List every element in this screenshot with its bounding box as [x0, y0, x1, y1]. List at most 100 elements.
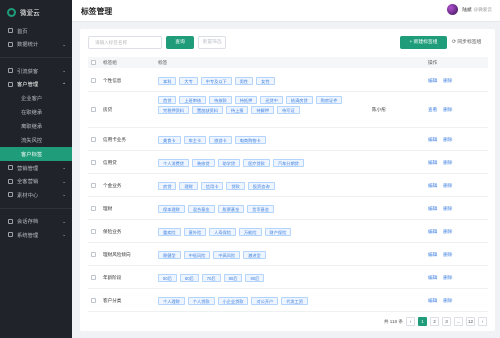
tag-chip[interactable]: 财产保险 — [264, 228, 292, 236]
avatar[interactable] — [447, 4, 459, 15]
query-button[interactable]: 查询 — [166, 36, 194, 49]
row-checkbox[interactable] — [91, 137, 96, 142]
tag-chip[interactable]: 还贷中 — [260, 96, 283, 104]
tag-chip[interactable]: 待放款 — [209, 96, 232, 104]
sidebar-item-stats[interactable]: 数据统计 ⌄ — [0, 38, 72, 52]
row-checkbox[interactable] — [91, 107, 96, 112]
tag-chip[interactable]: 投资咨询 — [247, 182, 275, 190]
edit-link[interactable]: 编辑 — [428, 298, 437, 303]
tag-chip[interactable]: 汽车分期贷 — [272, 159, 304, 167]
edit-link[interactable]: 编辑 — [428, 183, 437, 188]
delete-link[interactable]: 删除 — [443, 275, 452, 280]
tag-chip[interactable]: 意外险 — [183, 228, 207, 236]
sync-tag-group-button[interactable]: ⟳ 同步标签组 — [452, 36, 492, 49]
tag-chip[interactable]: 完税押资料 — [158, 106, 189, 114]
page-ellipsis[interactable]: ... — [454, 317, 463, 326]
sidebar-item-materials[interactable]: 素材中心 ⌄ — [0, 188, 72, 202]
tag-chip[interactable]: 大专 — [179, 77, 198, 85]
tag-chip[interactable]: 待解押 — [251, 106, 275, 114]
tag-chip[interactable]: 贷款 — [226, 182, 245, 190]
delete-link[interactable]: 删除 — [443, 206, 452, 211]
tag-chip[interactable]: 女性 — [256, 77, 275, 85]
page-button[interactable]: 1 — [418, 317, 427, 326]
tag-chip[interactable]: 中低风险 — [183, 251, 211, 259]
tag-chip[interactable]: 装修贷 — [191, 159, 215, 167]
app-logo[interactable]: 微爱云 — [0, 0, 72, 24]
tag-chip[interactable]: 上班审核 — [179, 96, 207, 104]
tag-chip[interactable]: 待上报 — [225, 106, 249, 114]
reset-button[interactable]: 重置筛选 — [198, 36, 226, 49]
tag-chip[interactable]: 车主卡 — [183, 136, 207, 144]
sidebar-sub-customer-tags[interactable]: 客户标签 — [0, 147, 72, 161]
tag-chip[interactable]: 70后 — [201, 274, 221, 282]
tag-chip[interactable]: 中专及以下 — [200, 77, 232, 85]
delete-link[interactable]: 删除 — [443, 160, 452, 165]
delete-link[interactable]: 删除 — [443, 137, 452, 142]
user-menu[interactable]: 陆斌 @微爱云 — [447, 4, 492, 15]
edit-link[interactable]: 查看 — [428, 107, 437, 112]
sidebar-sub-enterprise-customers[interactable]: 企业客户 — [0, 91, 72, 105]
row-checkbox[interactable] — [91, 252, 96, 257]
row-checkbox[interactable] — [91, 275, 96, 280]
tag-chip[interactable]: 万能险 — [238, 228, 262, 236]
tag-chip[interactable]: 男性 — [234, 77, 254, 85]
tag-chip[interactable]: 稳健型 — [158, 251, 181, 259]
tag-chip[interactable]: 首贷 — [158, 96, 177, 104]
tag-chip[interactable]: 货币基金 — [247, 205, 275, 213]
sidebar-item-system[interactable]: 系统管理 ⌄ — [0, 228, 72, 242]
edit-link[interactable]: 编辑 — [428, 137, 437, 142]
tag-chip[interactable]: 理财 — [179, 182, 198, 190]
tag-chip[interactable]: 医疗贷款 — [243, 159, 270, 167]
page-button[interactable]: 3 — [442, 317, 451, 326]
tag-chip[interactable]: 重疾险 — [158, 228, 181, 236]
tag-chip[interactable]: 对公开户 — [251, 297, 279, 305]
tag-chip[interactable]: 50后 — [158, 274, 177, 282]
tag-chip[interactable]: 激进型 — [243, 251, 266, 259]
delete-link[interactable]: 删除 — [443, 107, 452, 112]
tag-chip[interactable]: 混合基金 — [187, 205, 215, 213]
tag-chip[interactable]: 人寿保险 — [209, 228, 236, 236]
delete-link[interactable]: 删除 — [443, 298, 452, 303]
tag-chip[interactable]: 信用卡 — [200, 182, 224, 190]
edit-link[interactable]: 编辑 — [428, 78, 437, 83]
tag-chip[interactable]: 待抵押 — [234, 96, 258, 104]
edit-link[interactable]: 编辑 — [428, 252, 437, 257]
sidebar-item-acquisition[interactable]: 引流获客 ⌄ — [0, 64, 72, 78]
sidebar-sub-churn-risk[interactable]: 流失风控 — [0, 133, 72, 147]
tag-chip[interactable]: 个人理财 — [158, 297, 185, 305]
sidebar-item-home[interactable]: 首页 — [0, 24, 72, 38]
sidebar-item-marketing[interactable]: 营销管理 ⌄ — [0, 161, 72, 175]
tag-chip[interactable]: 60后 — [179, 274, 199, 282]
sidebar-sub-resign-inherit[interactable]: 离职继承 — [0, 119, 72, 133]
tag-chip[interactable]: 股票基金 — [217, 205, 245, 213]
tag-chip[interactable]: 结清房贷 — [285, 96, 313, 104]
tag-chip[interactable]: 中高风险 — [213, 251, 241, 259]
tag-chip[interactable]: 个人贷款 — [187, 297, 215, 305]
tag-chip[interactable]: 电商购物卡 — [234, 136, 266, 144]
page-button[interactable]: 12 — [466, 317, 475, 326]
row-checkbox[interactable] — [91, 78, 96, 83]
delete-link[interactable]: 删除 — [443, 229, 452, 234]
row-checkbox[interactable] — [91, 160, 96, 165]
tag-chip[interactable]: 购房证件 — [315, 96, 343, 104]
row-checkbox[interactable] — [91, 298, 96, 303]
tag-chip[interactable]: 助学贷 — [217, 159, 241, 167]
tag-chip[interactable]: 小企业贷款 — [217, 297, 249, 305]
tag-chip[interactable]: 保本理财 — [158, 205, 185, 213]
next-page-button[interactable]: › — [478, 317, 487, 326]
delete-link[interactable]: 删除 — [443, 183, 452, 188]
sidebar-sub-onjob-inherit[interactable]: 在职继承 — [0, 105, 72, 119]
tag-chip[interactable]: 本科 — [158, 77, 177, 85]
tag-chip[interactable]: 旅游卡 — [209, 136, 232, 144]
search-input[interactable]: 请输入标签名称 — [88, 36, 162, 49]
new-tag-group-button[interactable]: + 新建标签组 — [400, 36, 447, 49]
delete-link[interactable]: 删除 — [443, 252, 452, 257]
tag-chip[interactable]: 90后 — [245, 274, 265, 282]
page-button[interactable]: 2 — [430, 317, 439, 326]
tag-chip[interactable]: 80后 — [223, 274, 243, 282]
tag-chip[interactable]: 置加缺资料 — [191, 106, 223, 114]
prev-page-button[interactable]: ‹ — [406, 317, 415, 326]
row-checkbox[interactable] — [91, 206, 96, 211]
tag-chip[interactable]: 房贷 — [158, 182, 177, 190]
row-checkbox[interactable] — [91, 229, 96, 234]
